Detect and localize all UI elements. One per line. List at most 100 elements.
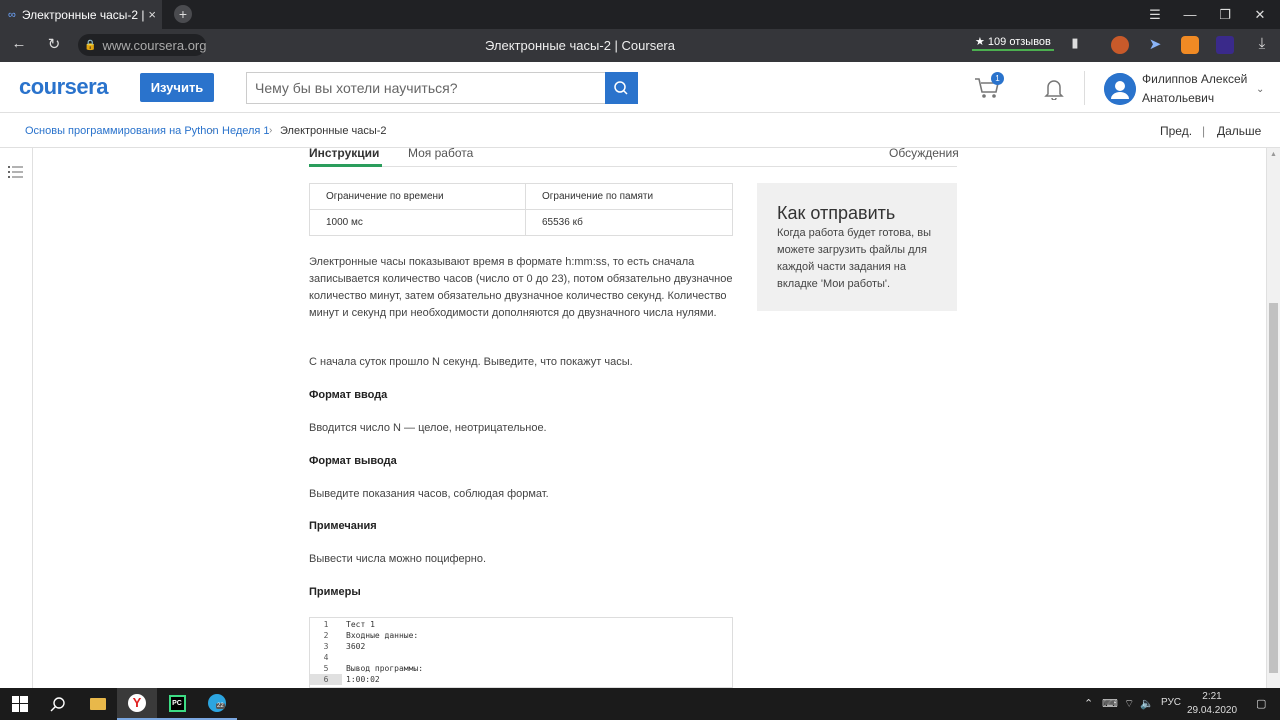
- notes-text: Вывести числа можно поциферно.: [309, 553, 487, 565]
- line-content: Тест 1: [346, 620, 375, 629]
- url-field[interactable]: 🔒 www.coursera.org: [78, 34, 207, 56]
- line-number: 6: [310, 674, 342, 685]
- time-limit-header: Ограничение по времени: [309, 183, 526, 210]
- minimize-icon[interactable]: —: [1173, 0, 1207, 29]
- prev-link[interactable]: Пред.: [1160, 124, 1192, 138]
- output-format-heading: Формат вывода: [309, 455, 397, 467]
- extension-purple-icon[interactable]: [1216, 36, 1234, 54]
- breadcrumb-chevron-icon: ›: [269, 125, 273, 136]
- pycharm-icon[interactable]: PC: [157, 688, 197, 720]
- reviews-badge[interactable]: ★ 109 отзывов: [972, 34, 1054, 51]
- code-line: 1 Тест 1: [310, 619, 732, 630]
- clock-date: 29.04.2020: [1186, 705, 1238, 716]
- breadcrumb-week[interactable]: Неделя 1: [222, 125, 270, 137]
- coursera-favicon-icon: ∞: [8, 8, 16, 21]
- keyboard-icon[interactable]: ⌨: [1102, 697, 1118, 710]
- output-format-text: Выведите показания часов, соблюдая форма…: [309, 488, 549, 500]
- windows-logo-icon: [12, 696, 28, 712]
- wifi-icon[interactable]: ⌔: [1124, 697, 1134, 711]
- back-icon[interactable]: ←: [8, 35, 30, 52]
- scroll-up-icon[interactable]: ▲: [1270, 151, 1277, 158]
- send-icon[interactable]: ➤: [1144, 35, 1166, 53]
- search-button[interactable]: [605, 72, 638, 104]
- how-to-submit-box: Как отправить Когда работа будет готова,…: [757, 183, 957, 311]
- new-tab-button[interactable]: +: [174, 5, 192, 23]
- search-input[interactable]: [246, 72, 606, 104]
- list-icon[interactable]: [8, 165, 24, 179]
- browser-tab-active[interactable]: ∞ Электронные часы-2 | C ×: [0, 0, 162, 29]
- line-content: 1:00:02: [346, 675, 380, 684]
- restore-icon[interactable]: ❐: [1208, 0, 1242, 29]
- tab-discussions[interactable]: Обсуждения: [889, 146, 959, 160]
- code-line: 4: [310, 652, 732, 663]
- search-icon: [50, 697, 65, 712]
- nav-divider: |: [1202, 124, 1206, 138]
- breadcrumb-chevron-icon: ›: [210, 125, 214, 136]
- line-number: 5: [323, 664, 329, 673]
- line-number: 1: [323, 620, 329, 629]
- close-window-icon[interactable]: ✕: [1243, 0, 1277, 29]
- left-rail: [0, 148, 33, 688]
- code-example[interactable]: 1 Тест 1 2 Входные данные: 3 3602 4 5 Вы…: [309, 617, 733, 688]
- lock-icon: 🔒: [84, 39, 97, 51]
- bookmark-icon[interactable]: ▮: [1064, 35, 1086, 51]
- windows-start-icon[interactable]: [0, 688, 40, 720]
- taskbar-clock[interactable]: 2:21 29.04.2020: [1182, 690, 1242, 718]
- notes-heading: Примечания: [309, 520, 377, 532]
- address-bar: ← ↻ 🔒 www.coursera.org Электронные часы-…: [0, 29, 1280, 62]
- line-content: Вывод программы:: [346, 664, 424, 673]
- memory-limit-header: Ограничение по памяти: [525, 183, 733, 210]
- input-format-text: Вводится число N — целое, неотрицательно…: [309, 422, 547, 434]
- table-row: 1000 мс 65536 кб: [309, 209, 733, 236]
- breadcrumb-course[interactable]: Основы программирования на Python: [25, 125, 219, 137]
- browser-tab-bar: ∞ Электронные часы-2 | C × + ☰ — ❐ ✕: [0, 0, 1280, 29]
- browser-tab-title: Электронные часы-2 | C: [21, 7, 149, 22]
- how-to-submit-title: Как отправить: [777, 203, 896, 223]
- telegram-icon[interactable]: 22: [197, 688, 237, 720]
- next-link[interactable]: Дальше: [1217, 124, 1261, 138]
- yandex-browser-icon[interactable]: Y: [117, 688, 157, 720]
- tab-my-work[interactable]: Моя работа: [408, 146, 473, 160]
- coursera-logo[interactable]: coursera: [19, 74, 108, 100]
- notifications-icon[interactable]: ▢: [1256, 697, 1266, 710]
- site-header: coursera Изучить 1 Филиппов Алексей Анат…: [0, 62, 1280, 113]
- task-paragraph: С начала суток прошло N секунд. Выведите…: [309, 356, 633, 368]
- avatar[interactable]: [1104, 73, 1136, 105]
- search-taskbar-icon[interactable]: [38, 688, 78, 720]
- cart-badge: 1: [991, 72, 1004, 85]
- code-line: 6 1:00:02: [310, 674, 732, 685]
- page-scrollbar[interactable]: ▲: [1267, 148, 1280, 688]
- volume-icon[interactable]: 🔈: [1140, 697, 1154, 710]
- download-icon[interactable]: ⤓: [1251, 35, 1273, 52]
- line-content: Входные данные:: [346, 631, 419, 640]
- code-line: 2 Входные данные:: [310, 630, 732, 641]
- code-line: 3 3602: [310, 641, 732, 652]
- header-divider: [1084, 71, 1085, 105]
- tab-instructions[interactable]: Инструкции: [309, 146, 379, 160]
- close-tab-icon[interactable]: ×: [148, 7, 156, 22]
- memory-limit-value: 65536 кб: [525, 209, 733, 236]
- scrollbar-thumb[interactable]: [1269, 303, 1278, 673]
- windows-taskbar: Y PC 22 ⌃ ⌨ ⌔ 🔈 РУС 2:21 29.04.2020 ▢: [0, 688, 1280, 720]
- examples-heading: Примеры: [309, 586, 361, 598]
- reload-icon[interactable]: ↻: [43, 35, 65, 53]
- tray-overflow-icon[interactable]: ⌃: [1084, 697, 1093, 710]
- telegram-badge: 22: [216, 703, 225, 709]
- menu-icon[interactable]: ☰: [1138, 0, 1172, 29]
- breadcrumb: Основы программирования на Python › Неде…: [0, 113, 1280, 148]
- extension-avatar-icon[interactable]: [1111, 36, 1129, 54]
- user-name[interactable]: Филиппов Алексей Анатольевич: [1142, 70, 1252, 108]
- line-number: 2: [323, 631, 329, 640]
- chevron-down-icon[interactable]: ⌄: [1256, 84, 1264, 95]
- description-paragraph: Электронные часы показывают время в форм…: [309, 256, 733, 319]
- line-content: 3602: [346, 642, 366, 651]
- explore-button[interactable]: Изучить: [140, 73, 214, 102]
- language-indicator[interactable]: РУС: [1161, 697, 1181, 708]
- url-text: www.coursera.org: [102, 37, 207, 53]
- bell-icon[interactable]: [1044, 78, 1064, 100]
- breadcrumb-current: Электронные часы-2: [280, 125, 387, 137]
- line-number: 4: [323, 653, 329, 662]
- code-line: 5 Вывод программы:: [310, 663, 732, 674]
- extension-orange-icon[interactable]: [1181, 36, 1199, 54]
- file-explorer-icon[interactable]: [78, 688, 118, 720]
